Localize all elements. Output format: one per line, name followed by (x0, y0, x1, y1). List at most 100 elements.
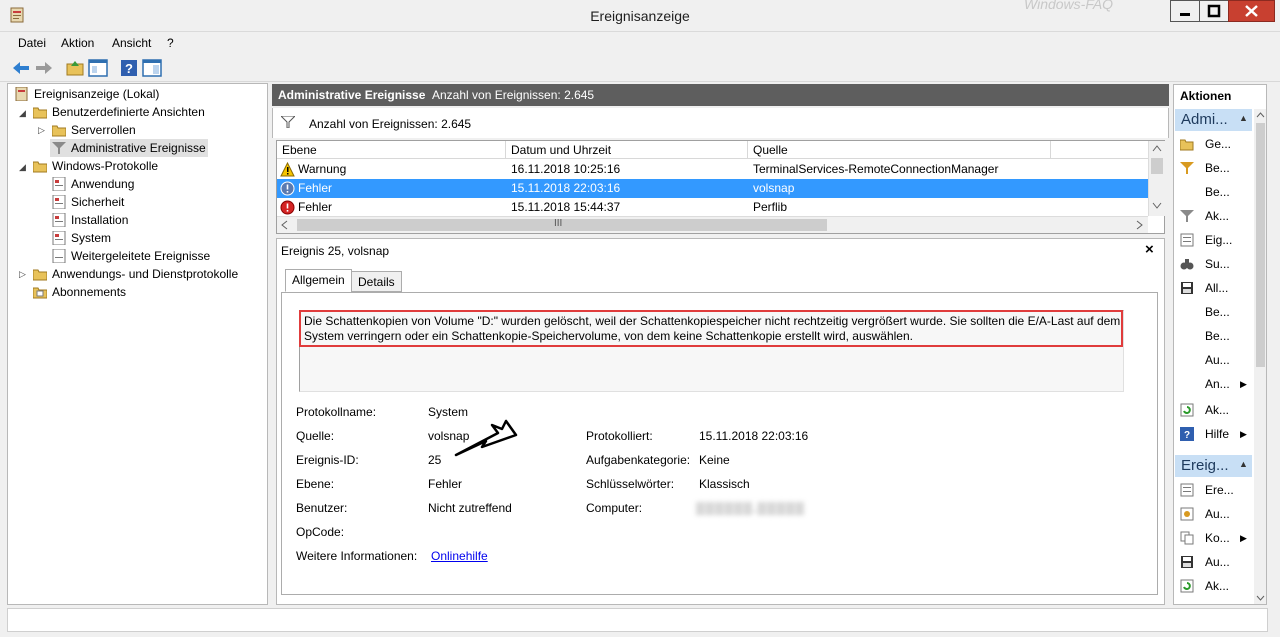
event-message: Die Schattenkopien von Volume "D:" wurde… (304, 314, 1121, 343)
value-protokolliert: 15.11.2018 22:03:16 (699, 429, 809, 443)
tab-allgemein[interactable]: Allgemein (285, 269, 352, 292)
save-icon (1181, 282, 1193, 294)
table-row[interactable]: Warnung 16.11.2018 10:25:16 TerminalServ… (277, 160, 1148, 179)
console-tree-icon[interactable] (87, 57, 109, 79)
back-arrow-icon[interactable] (10, 57, 32, 79)
action-item[interactable]: Ge... (1180, 133, 1252, 155)
menu-bar: Datei Aktion Ansicht ? (0, 33, 1280, 53)
actions-section-event[interactable]: Ereig... ▲ (1175, 455, 1252, 477)
action-item[interactable]: Eig... (1180, 229, 1252, 251)
minimize-icon (1180, 13, 1190, 16)
action-label: Ak... (1205, 403, 1230, 417)
action-item[interactable]: Be... (1180, 301, 1252, 323)
actions-section-admin[interactable]: Admi... ▲ (1175, 109, 1252, 131)
action-label: Au... (1205, 353, 1230, 367)
filter-bar: Anzahl von Ereignissen: 2.645 (272, 108, 1169, 138)
label-benutzer: Benutzer: (296, 501, 348, 515)
view-title: Administrative Ereignisse (278, 88, 426, 102)
annotation-arrow-icon (454, 419, 518, 457)
menu-aktion[interactable]: Aktion (61, 36, 94, 50)
tree-item-administrative-ereignisse[interactable]: Administrative Ereignisse (50, 139, 208, 157)
column-header-ebene[interactable]: Ebene (277, 141, 506, 159)
section-title: Ereig... (1181, 457, 1229, 474)
vertical-scrollbar[interactable] (1148, 141, 1165, 216)
submenu-arrow-icon: ▶ (1240, 379, 1247, 389)
action-label: Ak... (1205, 579, 1230, 593)
tree-item-label: Ereignisanzeige (Lokal) (34, 87, 160, 101)
filter-icon (52, 142, 66, 154)
tab-details[interactable]: Details (351, 271, 402, 292)
table-row[interactable]: Fehler 15.11.2018 22:03:16 volsnap (277, 179, 1148, 198)
refresh-icon (1180, 579, 1194, 593)
close-detail-icon[interactable]: × (1145, 241, 1154, 258)
action-item[interactable]: Su... (1180, 253, 1252, 275)
actions-scrollbar[interactable] (1254, 109, 1266, 604)
action-pane-icon[interactable] (141, 57, 163, 79)
log-icon (52, 195, 66, 209)
collapse-arrow-icon[interactable]: ◢ (19, 108, 26, 119)
help-icon[interactable]: ? (118, 57, 140, 79)
action-item[interactable]: Be... (1180, 325, 1252, 347)
section-title: Admi... (1181, 111, 1228, 128)
action-item[interactable]: ? Hilfe ▶ (1180, 423, 1252, 445)
collapse-arrow-icon[interactable]: ◢ (19, 162, 26, 173)
action-item[interactable]: Au... (1180, 503, 1252, 525)
expand-arrow-icon[interactable]: ▷ (38, 125, 45, 136)
log-icon (52, 249, 66, 263)
label-quelle: Quelle: (296, 429, 335, 443)
save-icon (1181, 556, 1193, 568)
event-detail-pane: Ereignis 25, volsnap × Allgemein Details… (276, 238, 1165, 605)
maximize-button[interactable] (1199, 0, 1229, 22)
row-source: Perflib (753, 200, 788, 214)
action-item[interactable]: Ere... (1180, 479, 1252, 501)
horizontal-scrollbar[interactable]: III (277, 216, 1148, 233)
action-item[interactable]: Ak... (1180, 399, 1252, 421)
folder-up-icon[interactable] (64, 57, 86, 79)
value-schluesselwoerter: Klassisch (699, 477, 750, 491)
value-ereignis-id: 25 (428, 453, 442, 467)
tree-item-label: Windows-Protokolle (52, 159, 159, 173)
action-item[interactable]: Ak... (1180, 205, 1252, 227)
action-item[interactable]: Ko... ▶ (1180, 527, 1252, 549)
minimize-button[interactable] (1170, 0, 1200, 22)
action-item[interactable]: All... (1180, 277, 1252, 299)
tree-item-label: Weitergeleitete Ereignisse (71, 249, 211, 263)
value-benutzer: Nicht zutreffend (428, 501, 512, 515)
action-item[interactable]: Au... (1180, 551, 1252, 573)
action-item[interactable]: An... ▶ (1180, 373, 1252, 395)
properties-icon (1180, 483, 1194, 497)
forward-arrow-icon[interactable] (33, 57, 55, 79)
event-viewer-icon (15, 87, 28, 101)
action-label: Be... (1205, 185, 1230, 199)
action-item[interactable]: Be... (1180, 157, 1252, 179)
expand-arrow-icon[interactable]: ▷ (19, 269, 26, 280)
view-event-count: Anzahl von Ereignissen: 2.645 (432, 88, 595, 102)
copy-icon (1180, 531, 1194, 545)
actions-title: Aktionen (1180, 89, 1232, 103)
filter-icon (1180, 210, 1194, 222)
event-list: Ebene Datum und Uhrzeit Quelle Warnung 1… (276, 140, 1165, 234)
tree-item-label: Anwendungs- und Dienstprotokolle (52, 267, 239, 281)
menu-help[interactable]: ? (167, 36, 174, 50)
attach-task-icon (1180, 507, 1194, 521)
column-header-quelle[interactable]: Quelle (748, 141, 1051, 159)
close-icon (1245, 5, 1258, 17)
warning-icon (280, 162, 295, 177)
menu-ansicht[interactable]: Ansicht (112, 36, 151, 50)
scroll-grip: III (554, 218, 563, 229)
action-item[interactable]: Be... (1180, 181, 1252, 203)
action-item[interactable]: Au... (1180, 349, 1252, 371)
help-icon: ? (1180, 427, 1194, 441)
binoculars-icon (1180, 259, 1194, 270)
onlinehilfe-link[interactable]: Onlinehilfe (431, 549, 488, 563)
tab-page-allgemein: Die Schattenkopien von Volume "D:" wurde… (281, 292, 1158, 595)
table-row[interactable]: Fehler 15.11.2018 15:44:37 Perflib (277, 198, 1148, 216)
menu-datei[interactable]: Datei (18, 36, 46, 50)
row-level: Warnung (298, 162, 347, 176)
action-item[interactable]: Ak... (1180, 575, 1252, 597)
column-header-datum[interactable]: Datum und Uhrzeit (506, 141, 748, 159)
action-label: Eig... (1205, 233, 1233, 247)
folder-icon (33, 161, 47, 173)
watermark: Windows-FAQ (1024, 0, 1114, 12)
close-button[interactable] (1228, 0, 1275, 22)
